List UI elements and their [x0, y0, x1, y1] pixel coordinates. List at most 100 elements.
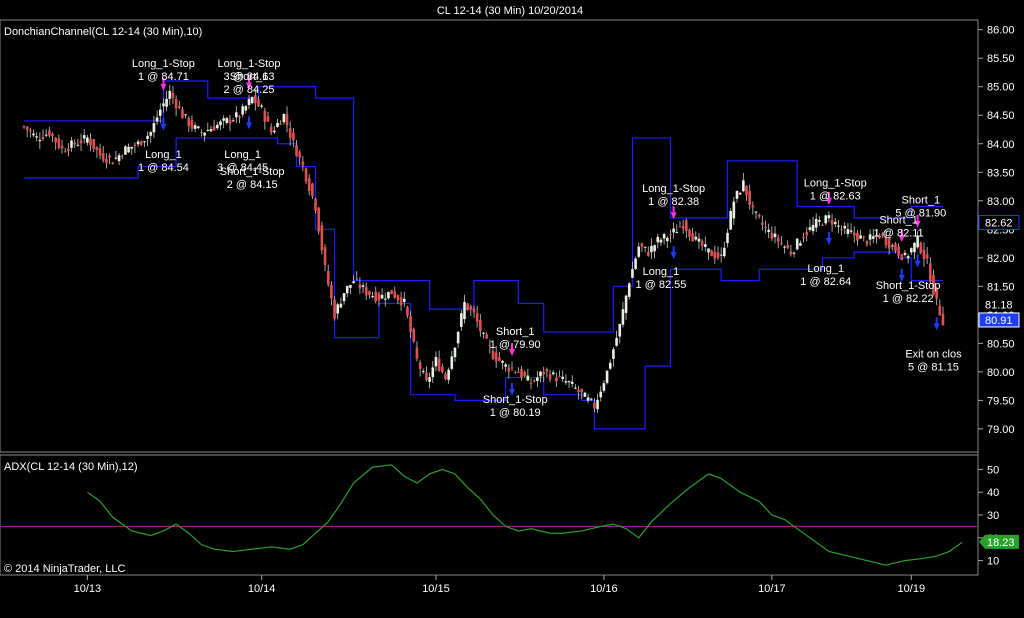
candle-body [444, 373, 447, 380]
candle-body [738, 192, 742, 195]
candle-body [466, 303, 469, 310]
candle-body [95, 147, 99, 151]
candle-body [254, 95, 257, 104]
candle-body [298, 152, 301, 158]
candle-body [238, 116, 241, 118]
candle-body [643, 246, 647, 248]
candle-body [130, 146, 134, 149]
price-pane-title: DonchianChannel(CL 12-14 (30 Min),10) [4, 26, 202, 38]
candle-body [212, 126, 216, 131]
candle-body [117, 155, 121, 162]
candle-body [285, 114, 289, 126]
candle-body [665, 237, 669, 242]
candle-body [681, 225, 685, 229]
candle-body [317, 207, 321, 232]
candle-body [269, 127, 273, 133]
candle-body [767, 229, 770, 232]
candle-body [133, 144, 137, 146]
candle-body [678, 226, 682, 228]
candle-body [865, 241, 869, 245]
candle-body [60, 145, 64, 149]
candle-body [656, 236, 660, 243]
candle-body [919, 242, 923, 253]
price-tick-label: 85.00 [987, 82, 1015, 94]
candle-body [618, 324, 622, 337]
candle-body [352, 281, 355, 284]
candle-body [114, 157, 118, 159]
candle-body [821, 224, 824, 226]
candle-body [783, 246, 786, 248]
trade-annotation-text: 1 @ 82.22 [883, 293, 934, 305]
candle-body [44, 134, 48, 136]
candle-body [586, 397, 590, 401]
candle-body [726, 232, 729, 243]
candle-body [849, 230, 853, 232]
trade-annotation-text: 1 @ 80.19 [490, 407, 541, 419]
candle-body [789, 251, 793, 255]
window-title: CL 12-14 (30 Min) 10/20/2014 [437, 5, 583, 17]
candle-body [792, 252, 796, 254]
candle-body [425, 372, 428, 380]
candle-body [358, 284, 362, 289]
candle-body [216, 124, 219, 129]
candle-body [450, 356, 454, 369]
candle-body [548, 374, 552, 380]
candle-body [193, 125, 197, 129]
candle-body [596, 399, 599, 410]
candle-body [152, 123, 156, 133]
candle-body [799, 243, 802, 246]
candle-body [127, 146, 130, 153]
candle-body [704, 244, 707, 247]
candle-body [523, 372, 526, 376]
candle-body [139, 141, 143, 146]
candle-body [29, 130, 32, 132]
candle-body [567, 381, 571, 383]
candle-body [219, 121, 222, 126]
price-tick-label: 83.50 [987, 167, 1015, 179]
candle-body [482, 332, 485, 334]
candle-body [165, 98, 168, 107]
candle-body [390, 290, 393, 295]
candle-body [48, 130, 51, 136]
trade-annotation-text: 2 @ 84.15 [227, 179, 278, 191]
price-box-label: 82.62 [985, 217, 1013, 229]
candle-body [266, 116, 270, 122]
candle-body [802, 236, 805, 239]
candle-body [697, 238, 701, 242]
candle-body [82, 135, 86, 139]
candle-body [941, 313, 945, 326]
candle-body [507, 367, 511, 372]
candle-body [818, 220, 821, 222]
candle-body [336, 304, 340, 314]
candle-body [605, 370, 609, 383]
date-tick-label: 10/15 [422, 583, 450, 595]
candle-body [653, 245, 656, 252]
trade-annotation-text: Long_1-Stop [804, 178, 867, 190]
candle-body [751, 205, 755, 208]
candle-body [326, 270, 330, 285]
candle-body [510, 367, 514, 369]
candle-body [542, 371, 546, 375]
candle-body [840, 229, 843, 231]
trade-annotation-text: Exit on clos [905, 349, 962, 361]
trade-annotation-text: 1 @ 82.55 [635, 279, 686, 291]
date-tick-label: 10/17 [758, 583, 786, 595]
candle-body [105, 158, 108, 163]
candle-body [599, 391, 603, 398]
candle-body [906, 256, 910, 259]
candle-body [257, 99, 260, 107]
candle-body [494, 352, 498, 362]
candle-body [529, 383, 533, 385]
candle-body [361, 285, 365, 287]
candle-body [729, 211, 732, 230]
trade-annotation-text: 1 @ 84.54 [138, 162, 189, 174]
price-tick-label: 86.00 [987, 25, 1015, 37]
candle-body [583, 392, 587, 397]
candle-body [63, 151, 67, 153]
candle-body [241, 106, 244, 115]
candle-body [250, 97, 254, 104]
trade-annotation-text: 1 @ 82.11 [874, 228, 924, 240]
date-tick-label: 10/19 [898, 583, 926, 595]
candle-body [311, 183, 314, 197]
candle-body [440, 366, 444, 373]
